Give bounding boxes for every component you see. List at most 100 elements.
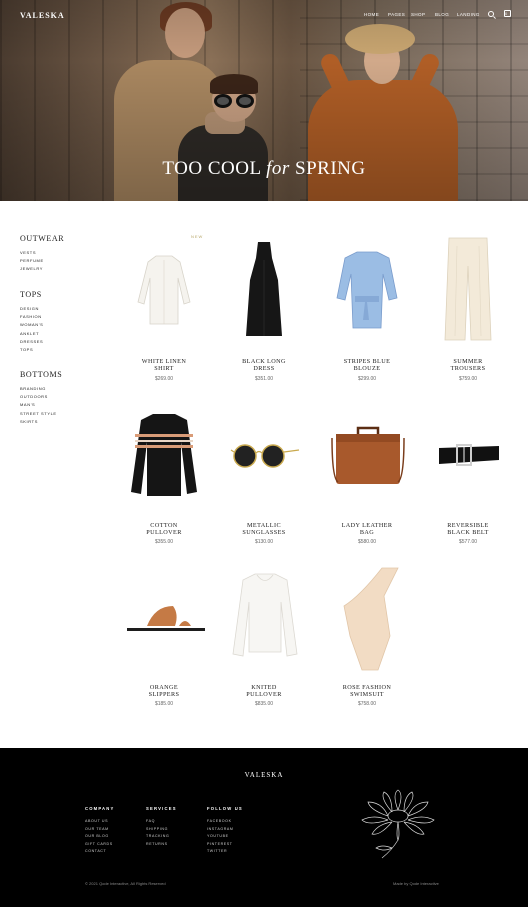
footer-made-by[interactable]: Made by Qode Interactive [393, 881, 439, 886]
nav-blog[interactable]: BLOG [435, 12, 449, 17]
product-name[interactable]: BLACK LONG DRESS [219, 358, 309, 372]
footer-link[interactable]: ABOUT US [85, 818, 115, 826]
nav-home[interactable]: HOME [364, 12, 379, 17]
product-name-line2: PULLOVER [146, 529, 182, 536]
footer-link[interactable]: PINTEREST [207, 841, 243, 849]
product-image-cotton-pullover[interactable] [129, 412, 199, 498]
category-group-tops: TOPS DESIGN FASHION WOMAN'S ANKLET DRESS… [20, 290, 43, 354]
footer-link[interactable]: TRACKING [146, 833, 177, 841]
product-name-line2: BAG [359, 529, 375, 536]
product-name[interactable]: STRIPES BLUE BLOUZE [322, 358, 412, 372]
product-name-line1: KNITED [251, 684, 277, 691]
product-name[interactable]: METALLIC SUNGLASSES [219, 522, 309, 536]
category-list-outwear: VESTS PERFUME JEWELRY [20, 249, 64, 274]
product-card[interactable]: WHITE LINEN SHIRT $269.00 [119, 236, 209, 386]
product-name[interactable]: ROSE FASHION SWIMSUIT [322, 684, 412, 698]
product-name[interactable]: SUMMER TROUSERS [423, 358, 513, 372]
category-item[interactable]: JEWELRY [20, 265, 64, 273]
product-card[interactable]: LADY LEATHER BAG $580.00 [322, 404, 412, 554]
nav-pages[interactable]: PAGES [388, 12, 405, 17]
footer-link[interactable]: YOUTUBE [207, 833, 243, 841]
category-item[interactable]: DESIGN [20, 305, 43, 313]
product-image-orange-slippers[interactable] [125, 600, 207, 634]
category-item[interactable]: FASHION [20, 313, 43, 321]
category-list-bottoms: BRANDING OUTDOORS MAN'S STREET STYLE SKI… [20, 385, 62, 426]
search-icon[interactable] [488, 11, 494, 17]
category-item[interactable]: DRESSES [20, 338, 43, 346]
product-card[interactable]: ROSE FASHION SWIMSUIT $758.00 [322, 566, 412, 716]
product-name[interactable]: KNITED PULLOVER [219, 684, 309, 698]
footer-link[interactable]: INSTAGRAM [207, 826, 243, 834]
product-card[interactable]: BLACK LONG DRESS $351.00 [219, 236, 309, 386]
category-item[interactable]: STREET STYLE [20, 410, 62, 418]
chrysanthemum-illustration-icon [361, 789, 435, 859]
nav-shop[interactable]: SHOP [411, 12, 425, 17]
category-title-tops[interactable]: TOPS [20, 290, 43, 299]
product-card[interactable]: COTTON PULLOVER $355.00 [119, 404, 209, 554]
footer-logo[interactable]: VALESKA [0, 771, 528, 779]
product-image-black-long-dress[interactable] [244, 240, 284, 340]
product-name[interactable]: LADY LEATHER BAG [322, 522, 412, 536]
product-name[interactable]: REVERSIBLE BLACK BELT [423, 522, 513, 536]
product-image-white-linen-shirt[interactable] [134, 252, 194, 328]
product-image-knited-pullover[interactable] [231, 572, 299, 658]
product-name-line2: SHIRT [154, 365, 174, 372]
product-name[interactable]: WHITE LINEN SHIRT [119, 358, 209, 372]
nav-landing[interactable]: LANDING [457, 12, 480, 17]
category-title-bottoms[interactable]: BOTTOMS [20, 370, 62, 379]
product-name-line2: TROUSERS [450, 365, 486, 372]
product-name-line1: BLACK LONG [242, 358, 286, 365]
product-image-rose-fashion-swimsuit[interactable] [340, 566, 400, 672]
product-image-stripes-blue-blouze[interactable] [335, 250, 399, 332]
product-card[interactable]: REVERSIBLE BLACK BELT $577.00 [423, 404, 513, 554]
product-name-line2: DRESS [253, 365, 275, 372]
product-image-lady-leather-bag[interactable] [330, 424, 406, 486]
product-card[interactable]: ORANGE SLIPPERS $185.00 [119, 566, 209, 716]
product-price: $580.00 [357, 539, 377, 545]
footer-link[interactable]: SHIPPING [146, 826, 177, 834]
category-item[interactable]: PERFUME [20, 257, 64, 265]
category-item[interactable]: TOPS [20, 346, 43, 354]
product-price: $351.00 [254, 376, 274, 382]
product-image-metallic-sunglasses[interactable] [229, 440, 301, 472]
category-item[interactable]: MAN'S [20, 401, 62, 409]
product-card[interactable]: KNITED PULLOVER $835.00 [219, 566, 309, 716]
category-item[interactable]: OUTDOORS [20, 393, 62, 401]
hero-banner: TOO COOL for SPRING [0, 0, 528, 201]
footer-column-follow-us: FOLLOW US FACEBOOK INSTAGRAM YOUTUBE PIN… [207, 806, 243, 856]
product-name[interactable]: COTTON PULLOVER [119, 522, 209, 536]
product-price: $130.00 [254, 539, 274, 545]
site-logo[interactable]: VALESKA [20, 11, 65, 20]
category-item[interactable]: WOMAN'S [20, 321, 43, 329]
product-name-line1: LADY LEATHER [341, 522, 393, 529]
footer-link[interactable]: CONTACT [85, 848, 115, 856]
category-group-bottoms: BOTTOMS BRANDING OUTDOORS MAN'S STREET S… [20, 370, 62, 426]
footer-link[interactable]: OUR BLOG [85, 833, 115, 841]
product-name-line1: METALLIC [247, 522, 281, 529]
product-card[interactable]: STRIPES BLUE BLOUZE $299.00 [322, 236, 412, 386]
product-image-summer-trousers[interactable] [443, 236, 493, 342]
product-name[interactable]: ORANGE SLIPPERS [119, 684, 209, 698]
category-group-outwear: OUTWEAR VESTS PERFUME JEWELRY [20, 234, 64, 274]
category-title-outwear[interactable]: OUTWEAR [20, 234, 64, 243]
footer-copyright: © 2021 Qode Interactive, All Rights Rese… [85, 881, 166, 886]
cart-count: 0 [505, 11, 508, 16]
product-image-reversible-black-belt[interactable] [437, 442, 501, 470]
footer-link[interactable]: FAQ [146, 818, 177, 826]
product-price: $269.00 [154, 376, 174, 382]
footer-link[interactable]: RETURNS [146, 841, 177, 849]
footer-link[interactable]: GIFT CARDS [85, 841, 115, 849]
category-item[interactable]: BRANDING [20, 385, 62, 393]
category-item[interactable]: VESTS [20, 249, 64, 257]
site-footer: VALESKA COMPANY ABOUT US OUR TEAM OUR BL… [0, 748, 528, 907]
product-name-line1: COTTON [150, 522, 178, 529]
category-item[interactable]: SKIRTS [20, 418, 62, 426]
category-item[interactable]: ANKLET [20, 330, 43, 338]
footer-link[interactable]: OUR TEAM [85, 826, 115, 834]
product-card[interactable]: SUMMER TROUSERS $759.00 [423, 236, 513, 386]
product-price: $577.00 [458, 539, 478, 545]
footer-link[interactable]: FACEBOOK [207, 818, 243, 826]
product-price: $299.00 [357, 376, 377, 382]
product-card[interactable]: METALLIC SUNGLASSES $130.00 [219, 404, 309, 554]
footer-link[interactable]: TWITTER [207, 848, 243, 856]
